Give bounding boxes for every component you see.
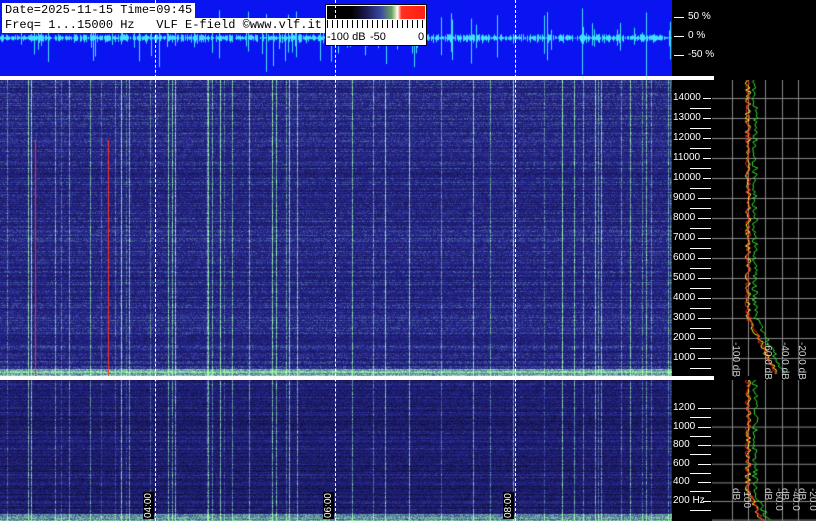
frequency-tick-label: 1200 <box>673 402 696 413</box>
colorbar-ticks <box>327 20 425 28</box>
frequency-tick-label: 400 <box>673 476 690 488</box>
tick-mark <box>690 228 711 229</box>
tick-mark <box>698 463 711 465</box>
amplitude-label: -50 % <box>673 49 715 60</box>
tick-mark <box>690 208 711 209</box>
tick-mark <box>690 472 711 474</box>
frequency-tick-label: 14000 <box>673 92 701 103</box>
tick-mark <box>698 482 711 484</box>
tick-mark <box>698 258 711 259</box>
tick-mark <box>690 328 711 329</box>
tick-mark <box>703 98 711 99</box>
tick-mark <box>690 308 711 309</box>
db-label: -60.0 dB <box>762 342 773 380</box>
frequency-tick-label: 9000 <box>673 192 696 203</box>
time-marker <box>515 0 516 521</box>
frequency-tick-label: 2000 <box>673 332 696 343</box>
db-label: -100 dB <box>730 488 752 509</box>
frequency-tick-label: 6000 <box>673 252 696 263</box>
tick-mark <box>690 491 711 493</box>
tick-mark <box>690 288 711 289</box>
spectrogram-main <box>0 80 672 376</box>
tick-mark <box>703 118 711 119</box>
frequency-tick-label: 13000 <box>673 112 701 123</box>
db-label: -20.0 dB <box>796 488 816 511</box>
tick-mark <box>698 445 711 447</box>
frequency-tick-label: 600 <box>673 457 690 469</box>
tick-mark <box>690 248 711 249</box>
tick-mark <box>703 501 711 502</box>
time-marker <box>155 0 156 521</box>
frequency-tick-label: 800 <box>673 439 690 451</box>
tick-mark <box>690 188 711 189</box>
frequency-tick-label: 3000 <box>673 312 696 323</box>
amplitude-label: 0 % <box>673 30 706 41</box>
tick-mark <box>703 158 711 159</box>
colorbar-label: -50 <box>370 31 386 43</box>
colorbar: -100 dB -50 0 <box>325 4 427 46</box>
tick-mark <box>690 417 711 418</box>
frequency-tick-label: 7000 <box>673 232 696 243</box>
frequency-tick-label: 1000 <box>673 352 696 363</box>
spectrogram-low <box>0 380 672 521</box>
tick-mark <box>690 435 711 437</box>
amplitude-label: 50 % <box>674 11 711 22</box>
tick-mark <box>698 318 711 319</box>
tick-mark <box>690 510 711 511</box>
time-label: 06:00 <box>323 492 334 520</box>
colorbar-gradient <box>327 6 425 19</box>
tick-mark <box>698 278 711 279</box>
date-time-label: Date=2025-11-15 Time=09:45 <box>2 3 196 18</box>
tick-mark <box>698 218 711 219</box>
frequency-tick-label: 10000 <box>673 172 701 183</box>
frequency-tick-label: 5000 <box>673 272 696 283</box>
tick-mark <box>698 298 711 299</box>
time-label: 04:00 <box>143 492 154 520</box>
colorbar-label: 0 <box>418 31 425 43</box>
tick-mark <box>690 128 711 129</box>
colorbar-label: -100 dB <box>327 31 366 43</box>
frequency-tick-label: 8000 <box>673 212 696 223</box>
time-label: 08:00 <box>503 492 514 520</box>
tick-mark <box>698 198 711 199</box>
frequency-tick-label: 200 Hz <box>673 495 705 506</box>
frequency-tick-label: 12000 <box>673 132 701 143</box>
db-label: -20.0 dB <box>796 342 807 380</box>
tick-mark <box>698 338 711 339</box>
tick-mark <box>690 148 711 149</box>
tick-mark <box>698 238 711 239</box>
tick-mark <box>703 138 711 139</box>
time-marker <box>335 0 336 521</box>
tick-mark <box>690 348 711 349</box>
tick-mark <box>698 358 711 359</box>
tick-mark <box>690 168 711 169</box>
tick-mark <box>690 108 711 109</box>
tick-mark <box>690 268 711 269</box>
tick-mark <box>703 178 711 179</box>
db-label: -100 dB <box>730 342 741 378</box>
spectrum-profile-main <box>712 80 816 376</box>
frequency-label: Freq= 1...15000 Hz VLF E-field ©www.vlf.… <box>2 18 325 33</box>
frequency-tick-label: 1000 <box>673 420 696 432</box>
tick-mark <box>690 368 711 369</box>
tick-mark <box>698 426 711 428</box>
frequency-tick-label: 4000 <box>673 292 696 303</box>
tick-mark <box>690 454 711 456</box>
db-label: -40.0 dB <box>779 342 790 380</box>
frequency-tick-label: 11000 <box>673 152 701 163</box>
tick-mark <box>698 408 711 409</box>
